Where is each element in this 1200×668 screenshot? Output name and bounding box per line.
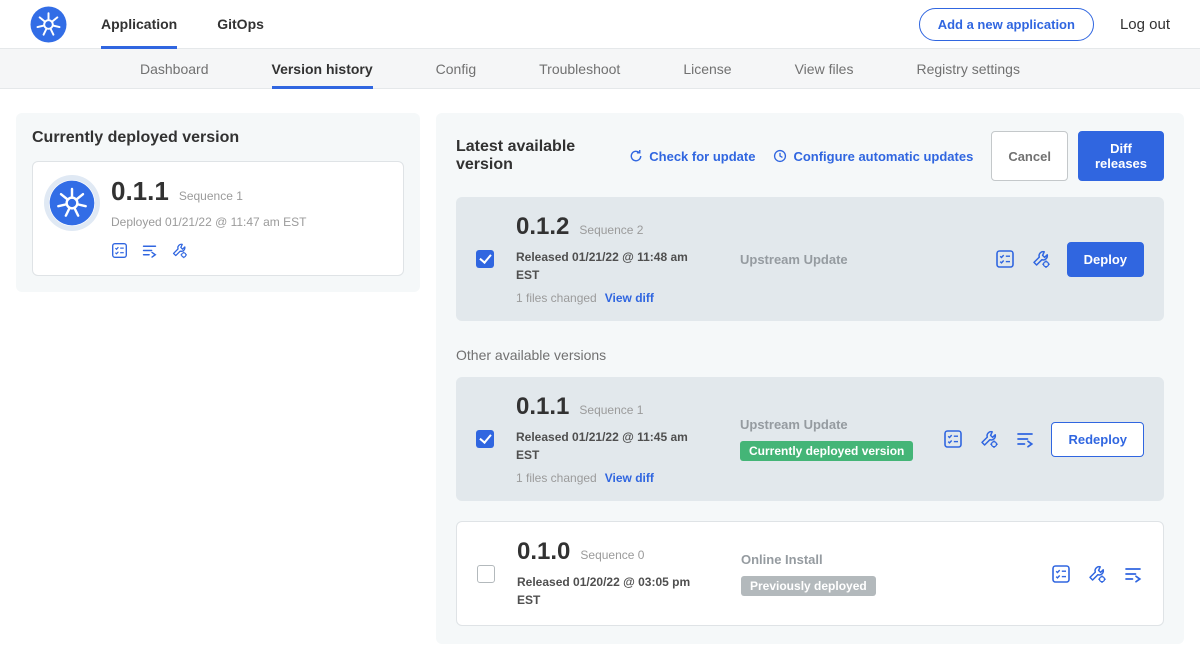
preflight-checks-icon[interactable] xyxy=(943,429,963,449)
released-timestamp: Released 01/20/22 @ 03:05 pm EST xyxy=(517,573,707,609)
currently-deployed-badge: Currently deployed version xyxy=(740,441,913,461)
deployed-card-title: Currently deployed version xyxy=(32,129,404,147)
top-navbar: Application GitOps Add a new application… xyxy=(0,0,1200,49)
sequence-label: Sequence 0 xyxy=(580,548,644,562)
currently-deployed-card: Currently deployed version 0.1.1 Sequenc… xyxy=(16,113,420,292)
cancel-button[interactable]: Cancel xyxy=(991,131,1068,181)
subnav-item-config[interactable]: Config xyxy=(436,49,476,88)
deployed-version-tile: 0.1.1 Sequence 1 Deployed 01/21/22 @ 11:… xyxy=(32,161,404,276)
logs-icon[interactable] xyxy=(1015,429,1035,449)
logs-icon[interactable] xyxy=(141,242,158,259)
version-source-label: Upstream Update xyxy=(740,417,943,432)
deployed-version-number: 0.1.1 xyxy=(111,176,169,207)
configure-automatic-updates-link[interactable]: Configure automatic updates xyxy=(773,149,973,164)
config-icon[interactable] xyxy=(171,242,188,259)
version-number: 0.1.1 xyxy=(516,393,569,421)
sequence-label: Sequence 2 xyxy=(579,223,643,237)
released-timestamp: Released 01/21/22 @ 11:48 am EST xyxy=(516,248,706,284)
add-new-application-button[interactable]: Add a new application xyxy=(919,8,1094,41)
tab-application[interactable]: Application xyxy=(101,0,177,49)
version-history-card: Latest available version Check for updat… xyxy=(436,113,1184,644)
refresh-icon xyxy=(629,149,643,163)
other-available-versions-title: Other available versions xyxy=(456,347,1164,363)
version-select-checkbox[interactable] xyxy=(477,565,495,583)
view-diff-link[interactable]: View diff xyxy=(605,471,654,485)
view-diff-link[interactable]: View diff xyxy=(605,291,654,305)
diff-releases-button[interactable]: Diff releases xyxy=(1078,131,1164,181)
preflight-checks-icon[interactable] xyxy=(111,242,128,259)
deployed-timestamp: Deployed 01/21/22 @ 11:47 am EST xyxy=(111,215,306,229)
preflight-checks-icon[interactable] xyxy=(1051,564,1071,584)
subnav-item-version-history[interactable]: Version history xyxy=(272,49,373,88)
logs-icon[interactable] xyxy=(1123,564,1143,584)
deployed-sequence-label: Sequence 1 xyxy=(179,189,243,203)
files-changed-label: 1 files changed xyxy=(516,291,597,305)
subnav-item-dashboard[interactable]: Dashboard xyxy=(140,49,209,88)
app-subnav: Dashboard Version history Config Trouble… xyxy=(0,49,1200,89)
subnav-item-view-files[interactable]: View files xyxy=(795,49,854,88)
deploy-button[interactable]: Deploy xyxy=(1067,242,1144,277)
version-row-0-1-0: 0.1.0 Sequence 0 Released 01/20/22 @ 03:… xyxy=(456,521,1164,626)
version-number: 0.1.0 xyxy=(517,538,570,566)
latest-available-title: Latest available version xyxy=(456,138,611,174)
version-source-label: Online Install xyxy=(741,552,1051,567)
subnav-item-registry-settings[interactable]: Registry settings xyxy=(916,49,1019,88)
version-row-0-1-2: 0.1.2 Sequence 2 Released 01/21/22 @ 11:… xyxy=(456,197,1164,321)
config-icon[interactable] xyxy=(979,429,999,449)
preflight-checks-icon[interactable] xyxy=(995,249,1015,269)
config-icon[interactable] xyxy=(1087,564,1107,584)
main-content: Currently deployed version 0.1.1 Sequenc… xyxy=(0,89,1200,668)
files-changed-label: 1 files changed xyxy=(516,471,597,485)
version-select-checkbox[interactable] xyxy=(476,250,494,268)
tab-gitops[interactable]: GitOps xyxy=(217,0,264,49)
top-nav-tabs: Application GitOps xyxy=(101,0,304,49)
check-for-update-label: Check for update xyxy=(649,149,755,164)
check-for-update-link[interactable]: Check for update xyxy=(629,149,755,164)
config-icon[interactable] xyxy=(1031,249,1051,269)
subnav-item-license[interactable]: License xyxy=(683,49,731,88)
version-select-checkbox[interactable] xyxy=(476,430,494,448)
clock-icon xyxy=(773,149,787,163)
previously-deployed-badge: Previously deployed xyxy=(741,576,876,596)
kubernetes-logo-icon[interactable] xyxy=(30,6,67,43)
kubernetes-app-icon xyxy=(49,180,95,226)
redeploy-button[interactable]: Redeploy xyxy=(1051,422,1144,457)
logout-link[interactable]: Log out xyxy=(1120,16,1170,33)
version-row-0-1-1: 0.1.1 Sequence 1 Released 01/21/22 @ 11:… xyxy=(456,377,1164,501)
version-number: 0.1.2 xyxy=(516,213,569,241)
configure-automatic-updates-label: Configure automatic updates xyxy=(793,149,973,164)
subnav-item-troubleshoot[interactable]: Troubleshoot xyxy=(539,49,620,88)
version-source-label: Upstream Update xyxy=(740,252,995,267)
sequence-label: Sequence 1 xyxy=(579,403,643,417)
released-timestamp: Released 01/21/22 @ 11:45 am EST xyxy=(516,428,706,464)
